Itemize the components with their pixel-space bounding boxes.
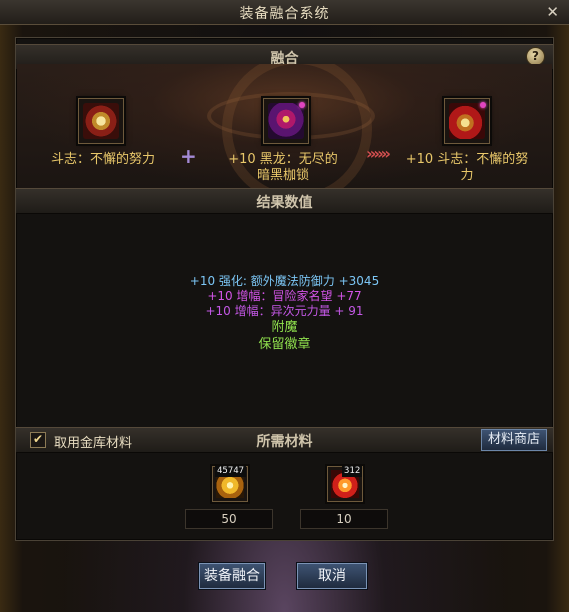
fuse-button[interactable]: 装备融合 bbox=[199, 563, 265, 589]
results-section-title: 结果数值 bbox=[256, 195, 313, 211]
stock-count-badge: 45747 bbox=[215, 466, 247, 477]
socket-gem-icon bbox=[299, 102, 305, 108]
material-slot[interactable]: 312 bbox=[327, 466, 363, 502]
material-item-name: +10 黑龙：无尽的 暗黑枷锁 bbox=[213, 152, 353, 184]
result-item-name-line2: 力 bbox=[460, 168, 474, 183]
material-item-name-line2: 暗黑枷锁 bbox=[256, 168, 309, 183]
ring-gold-icon bbox=[83, 103, 119, 139]
socket-gem-icon bbox=[480, 102, 486, 108]
results-section-header: 结果数值 bbox=[16, 188, 553, 214]
materials-header: ✔ 取用金库材料 所需材料 材料商店 bbox=[16, 427, 553, 453]
result-line-enchant: 附魔 bbox=[271, 320, 298, 335]
required-quantity: 50 bbox=[185, 509, 273, 529]
material-item-name-line1: +10 黑龙：无尽的 bbox=[228, 152, 338, 167]
result-stats: +10 强化: 额外魔法防御力 +3045 +10 增幅：冒险家名望 +77 +… bbox=[16, 274, 553, 353]
plus-icon: + bbox=[180, 144, 197, 168]
cancel-button[interactable]: 取消 bbox=[297, 563, 367, 589]
result-line-reinforce: +10 强化: 额外魔法防御力 +3045 bbox=[189, 274, 380, 288]
dragon-shackle-icon bbox=[268, 103, 304, 139]
material-item-slot[interactable] bbox=[263, 98, 309, 144]
required-quantity: 10 bbox=[300, 509, 388, 529]
fusion-panel: 融合 ? 斗志：不懈的努力 + +10 黑龙：无尽的 暗黑枷锁 »»» +10 … bbox=[15, 37, 554, 541]
source-item-slot[interactable] bbox=[78, 98, 124, 144]
result-item-slot[interactable] bbox=[444, 98, 490, 144]
result-line-emblem: 保留徽章 bbox=[258, 337, 311, 352]
source-item-name: 斗志：不懈的努力 bbox=[50, 152, 155, 167]
fusion-arrow-icon: »»» bbox=[366, 144, 391, 163]
result-item-name: +10 斗志：不懈的努 力 bbox=[392, 152, 542, 184]
fusion-item-area: 斗志：不懈的努力 + +10 黑龙：无尽的 暗黑枷锁 »»» +10 斗志：不懈… bbox=[17, 64, 552, 188]
window-titlebar[interactable]: 装备融合系统 ✕ bbox=[0, 0, 569, 25]
material-shop-button[interactable]: 材料商店 bbox=[480, 429, 547, 451]
material-slot[interactable]: 45747 bbox=[212, 466, 248, 502]
result-item-name-line1: +10 斗志：不懈的努 bbox=[405, 152, 529, 167]
close-icon[interactable]: ✕ bbox=[546, 3, 559, 21]
result-line-dimension: +10 增幅：异次元力量 + 91 bbox=[205, 304, 364, 318]
stock-count-badge: 312 bbox=[342, 466, 363, 477]
ring-result-icon bbox=[449, 103, 485, 139]
result-line-fame: +10 增幅：冒险家名望 +77 bbox=[207, 289, 362, 303]
window-title: 装备融合系统 bbox=[239, 6, 330, 22]
materials-title: 所需材料 bbox=[256, 434, 313, 450]
